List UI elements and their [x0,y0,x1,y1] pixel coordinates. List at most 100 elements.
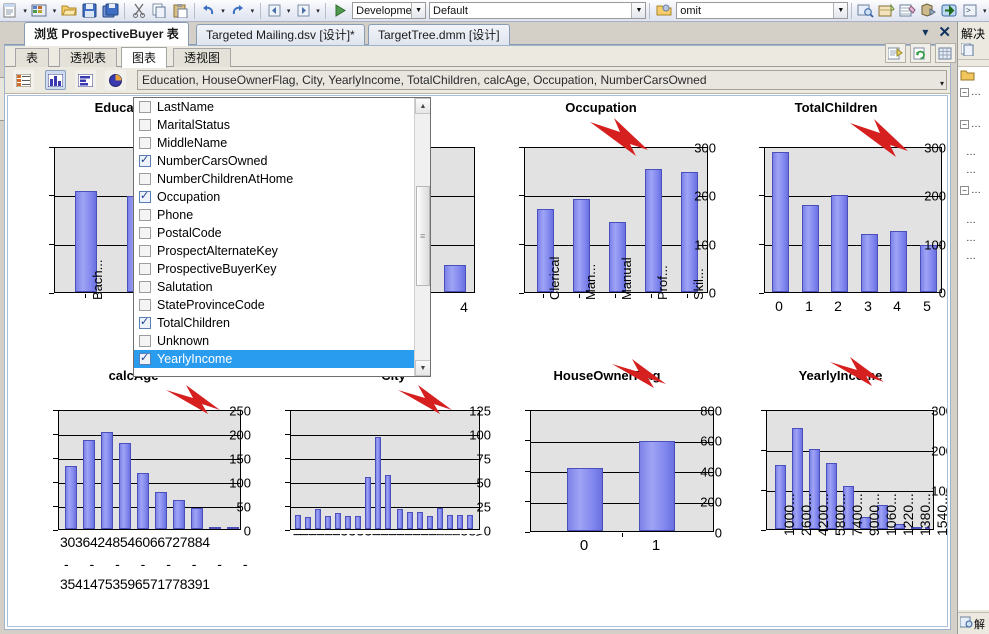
undo-chevron-down-icon[interactable]: ▾ [219,2,228,20]
chart-houseownerflag[interactable]: HouseOwnerFlag 800 600 400 200 0 0 1 [492,359,722,603]
dropdown-item-yearlyincome[interactable]: YearlyIncome [134,350,416,368]
bar[interactable] [567,468,603,531]
bar[interactable] [802,205,819,292]
redo-chevron-down-icon[interactable]: ▾ [248,2,257,20]
bar[interactable] [345,516,351,529]
bar[interactable] [295,515,301,529]
attribute-selector-combo[interactable]: Education, HouseOwnerFlag, City, YearlyI… [137,70,947,90]
dropdown-item-prospectivebuyerkey[interactable]: ProspectiveBuyerKey [134,260,416,278]
save-all-icon[interactable] [102,1,121,20]
bar[interactable] [137,473,149,529]
checkbox-icon[interactable] [139,227,151,239]
dropdown-item-prospectalternatekey[interactable]: ProspectAlternateKey [134,242,416,260]
solution-configuration-chevron-down-icon[interactable]: ▼ [411,3,426,18]
dropdown-item-occupation[interactable]: Occupation [134,188,416,206]
bar[interactable] [437,508,443,529]
copy-icon[interactable] [150,1,169,20]
command-window-icon[interactable]: > [961,1,980,20]
deploy-icon[interactable] [940,1,959,20]
toolbox-icon[interactable] [877,1,896,20]
bar[interactable] [772,152,789,292]
checkbox-icon[interactable] [139,299,151,311]
checkbox-icon[interactable] [139,335,151,347]
bar[interactable] [65,466,77,529]
project-folder-icon[interactable] [654,1,673,20]
dropdown-item-totalchildren[interactable]: TotalChildren [134,314,416,332]
bar[interactable] [101,432,113,529]
dropdown-item-postalcode[interactable]: PostalCode [134,224,416,242]
chart-occupation[interactable]: Occupation 300 200 100 0 Clerical Man...… [486,100,716,364]
checkbox-checked-icon[interactable] [139,189,151,203]
tree-node[interactable]: −… [960,185,981,196]
open-folder-icon[interactable] [60,1,79,20]
bar[interactable] [315,509,321,529]
reload-icon[interactable] [910,43,931,63]
solution-platform-combo[interactable]: Default ▼ [429,2,647,19]
scroll-up-icon[interactable]: ▲ [415,98,430,114]
expand-icon[interactable]: − [960,88,969,97]
navigate-back-icon[interactable] [265,1,284,20]
checkbox-icon[interactable] [139,263,151,275]
bar-chart-icon[interactable] [75,70,96,90]
toolbar-overflow-chevron-down-icon[interactable]: ▾ [980,2,989,20]
start-debug-icon[interactable] [330,1,349,20]
project-combo[interactable]: omit ▼ [676,2,849,19]
tree-node[interactable]: … [966,233,976,244]
dropdown-item-maritalstatus[interactable]: MaritalStatus [134,116,416,134]
navigate-forward-icon[interactable] [294,1,313,20]
bar[interactable] [119,443,131,529]
chart-calcage[interactable]: calcAge [16,368,299,626]
bar[interactable] [325,516,331,529]
bar[interactable] [417,512,423,529]
scrollbar-thumb[interactable] [416,186,430,286]
checkbox-icon[interactable] [139,101,151,113]
navigate-forward-chevron-down-icon[interactable]: ▾ [314,2,323,20]
copy-icon[interactable] [960,42,975,59]
bar[interactable] [355,516,361,529]
dropdown-item-numbercarsowned[interactable]: NumberCarsOwned [134,152,416,170]
tree-node[interactable]: … [966,147,976,158]
bar[interactable] [365,477,371,529]
object-browser-icon[interactable] [919,1,938,20]
tree-node-root[interactable] [960,69,975,85]
checkbox-icon[interactable] [139,245,151,257]
solution-platform-chevron-down-icon[interactable]: ▼ [631,3,646,18]
new-project-icon[interactable] [30,1,49,20]
tab-table[interactable]: 表 [15,48,50,67]
chart-yearlyincome[interactable]: YearlyIncome 30 20 10 1000... 2600... 42… [728,357,947,626]
checkbox-checked-icon[interactable] [139,351,151,365]
checkbox-icon[interactable] [139,173,151,185]
chart-totalchildren[interactable]: TotalChildren 300 200 100 0 0 1 2 3 4 5 [726,100,946,364]
bar[interactable] [173,500,185,529]
paste-icon[interactable] [171,1,190,20]
new-item-icon[interactable] [1,1,20,20]
new-project-chevron-down-icon[interactable]: ▾ [50,2,59,20]
dropdown-scrollbar[interactable]: ▲ ▼ [414,98,430,376]
bar[interactable] [191,508,203,529]
tree-node[interactable]: −… [960,87,981,98]
checkbox-icon[interactable] [139,209,151,221]
dropdown-item-middlename[interactable]: MiddleName [134,134,416,152]
dropdown-item-numberchildrenathome[interactable]: NumberChildrenAtHome [134,170,416,188]
solution-explorer-tree[interactable]: −… −… … … −… … … … [958,66,989,610]
bar[interactable] [375,437,381,529]
undo-icon[interactable] [199,1,218,20]
pie-chart-icon[interactable] [105,70,126,90]
checkbox-icon[interactable] [139,281,151,293]
bar[interactable] [335,513,341,529]
attribute-checklist-dropdown[interactable]: LastName MaritalStatus MiddleName Number… [133,97,431,377]
tree-node[interactable]: … [966,251,976,262]
field-list-icon[interactable] [13,70,34,90]
bar[interactable] [305,517,311,529]
tab-chart[interactable]: 图表 [121,47,168,68]
dropdown-item-stateprovincecode[interactable]: StateProvinceCode [134,296,416,314]
tab-browse-prospectivebuyer[interactable]: 浏览 ProspectiveBuyer 表 [24,22,189,46]
dropdown-item-lastname[interactable]: LastName [134,98,416,116]
grid-options-icon[interactable] [935,43,956,63]
bar[interactable] [444,265,466,292]
expand-icon[interactable]: − [960,186,969,195]
attribute-selector-chevron-down-icon[interactable]: ▾ [940,74,944,89]
expand-icon[interactable]: − [960,120,969,129]
find-in-files-icon[interactable] [856,1,875,20]
dropdown-item-phone[interactable]: Phone [134,206,416,224]
